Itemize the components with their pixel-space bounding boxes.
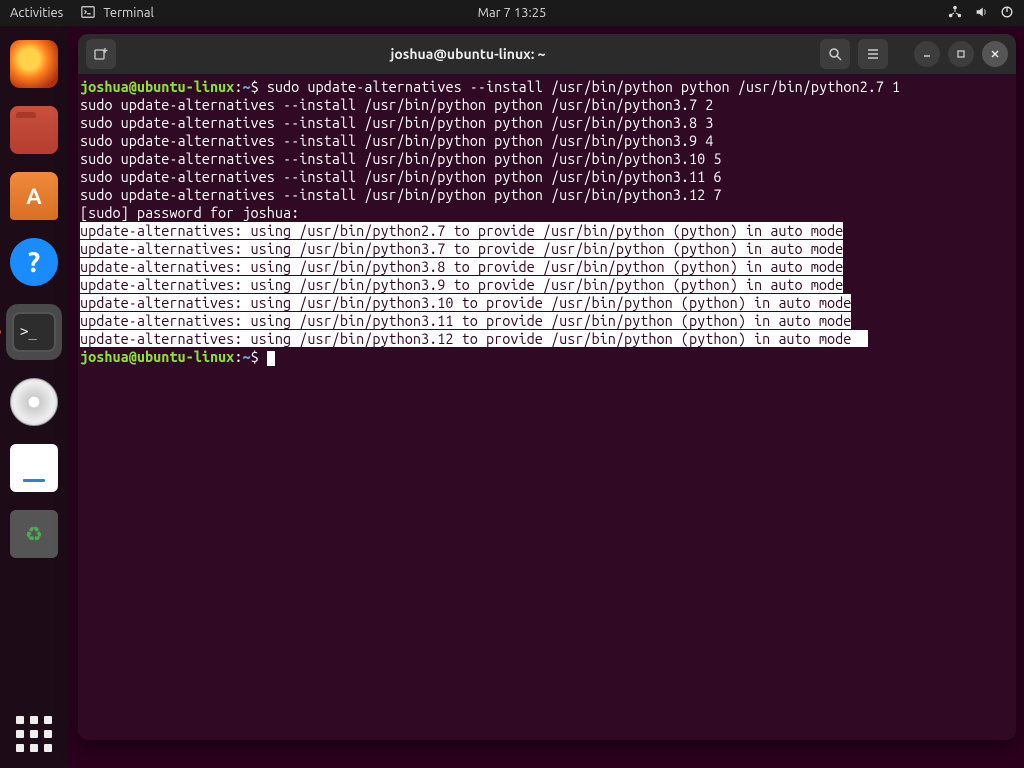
command-line: sudo update-alternatives --install /usr/…	[80, 186, 721, 203]
output-line: update-alternatives: using /usr/bin/pyth…	[80, 222, 843, 239]
terminal-window: joshua@ubuntu-linux: ~ joshua@ubuntu-lin…	[78, 34, 1016, 740]
dock-files[interactable]	[10, 106, 58, 154]
terminal-icon	[81, 5, 95, 22]
new-tab-button[interactable]	[86, 39, 116, 69]
command-line: sudo update-alternatives --install /usr/…	[80, 168, 721, 185]
terminal-body[interactable]: joshua@ubuntu-linux:~$ sudo update-alter…	[78, 74, 1016, 740]
clock[interactable]: Mar 7 13:25	[478, 6, 547, 20]
command-line: sudo update-alternatives --install /usr/…	[80, 114, 713, 131]
power-icon[interactable]	[1000, 5, 1014, 22]
output-line: update-alternatives: using /usr/bin/pyth…	[80, 240, 843, 257]
network-icon[interactable]	[948, 5, 962, 22]
active-app-name: Terminal	[103, 6, 154, 20]
output-line: update-alternatives: using /usr/bin/pyth…	[80, 276, 843, 293]
dock-show-apps[interactable]	[16, 716, 52, 752]
dock-software[interactable]	[10, 172, 58, 220]
dock-text-editor[interactable]	[10, 444, 58, 492]
dock-trash[interactable]: ♻	[10, 510, 58, 558]
close-button[interactable]	[982, 41, 1008, 67]
command-line: sudo update-alternatives --install /usr/…	[80, 150, 721, 167]
prompt-user: joshua	[80, 78, 129, 95]
command-line: sudo update-alternatives --install /usr/…	[267, 78, 900, 95]
top-bar: Activities Terminal Mar 7 13:25	[0, 0, 1024, 26]
activities-button[interactable]: Activities	[10, 6, 63, 20]
dock-terminal[interactable]: >_	[6, 304, 62, 360]
cursor	[267, 351, 275, 366]
output-line: update-alternatives: using /usr/bin/pyth…	[80, 312, 851, 329]
volume-icon[interactable]	[974, 5, 988, 22]
output-line: update-alternatives: using /usr/bin/pyth…	[80, 294, 851, 311]
sudo-prompt: [sudo] password for joshua:	[80, 204, 299, 221]
prompt-user: joshua	[80, 348, 129, 365]
minimize-button[interactable]	[914, 41, 940, 67]
search-button[interactable]	[820, 39, 850, 69]
window-title: joshua@ubuntu-linux: ~	[124, 46, 812, 62]
prompt-host: ubuntu-linux	[137, 78, 234, 95]
prompt-path: ~	[242, 348, 250, 365]
dock-help[interactable]: ?	[10, 238, 58, 286]
prompt-path: ~	[242, 78, 250, 95]
command-line: sudo update-alternatives --install /usr/…	[80, 96, 713, 113]
dock-disk-utility[interactable]	[10, 378, 58, 426]
dock: ? >_ ♻	[0, 26, 68, 768]
maximize-button[interactable]	[948, 41, 974, 67]
command-line: sudo update-alternatives --install /usr/…	[80, 132, 713, 149]
dock-firefox[interactable]	[10, 40, 58, 88]
titlebar[interactable]: joshua@ubuntu-linux: ~	[78, 34, 1016, 74]
prompt-host: ubuntu-linux	[137, 348, 234, 365]
menu-button[interactable]	[858, 39, 888, 69]
output-line: update-alternatives: using /usr/bin/pyth…	[80, 330, 851, 347]
active-app-indicator[interactable]: Terminal	[81, 5, 154, 22]
output-line: update-alternatives: using /usr/bin/pyth…	[80, 258, 843, 275]
